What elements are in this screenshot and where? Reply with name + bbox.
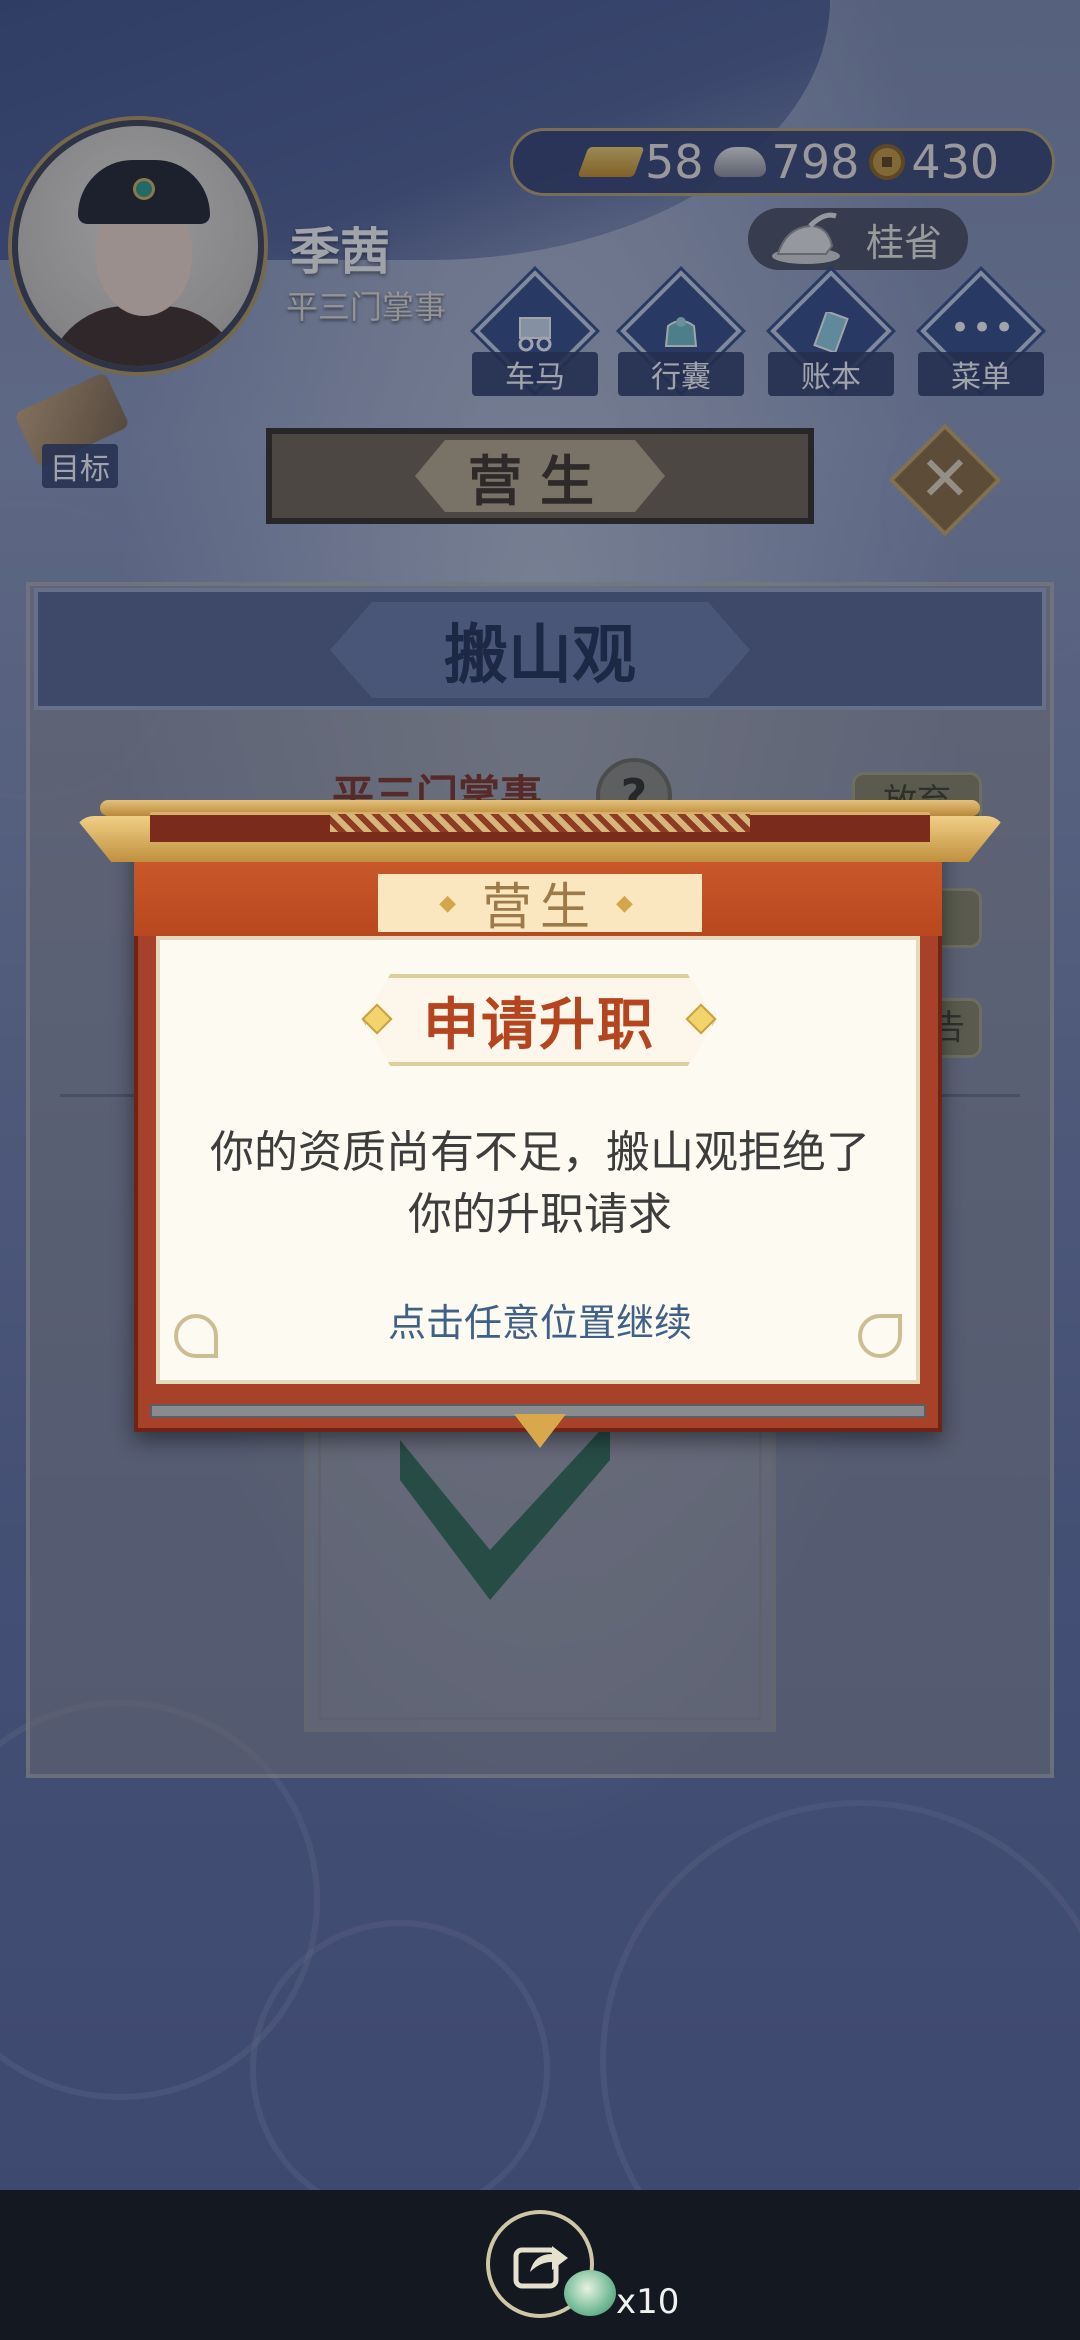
dialog-message-line-1: 你的资质尚有不足，搬山观拒绝了	[210, 1127, 870, 1178]
dialog-header-plate: ◆ 营生 ◆	[378, 874, 702, 936]
dialog-subtitle-plate: 申请升职	[362, 974, 716, 1066]
dialog-roof-lattice	[330, 814, 750, 832]
reward-count: x10	[616, 2282, 680, 2322]
dialog-message: 你的资质尚有不足，搬山观拒绝了 你的升职请求	[190, 1122, 890, 1246]
dialog-message-line-2: 你的升职请求	[408, 1189, 672, 1240]
diamond-dot-icon: ◆	[439, 890, 464, 916]
diamond-dot-icon: ◆	[616, 890, 641, 916]
jade-reward-icon	[564, 2270, 616, 2316]
share-icon	[513, 2246, 568, 2289]
dialog-subtitle: 申请升职	[423, 992, 655, 1058]
dialog-header-title: 营生	[482, 878, 598, 936]
dialog-continue-hint[interactable]: 点击任意位置继续	[190, 1292, 890, 1347]
